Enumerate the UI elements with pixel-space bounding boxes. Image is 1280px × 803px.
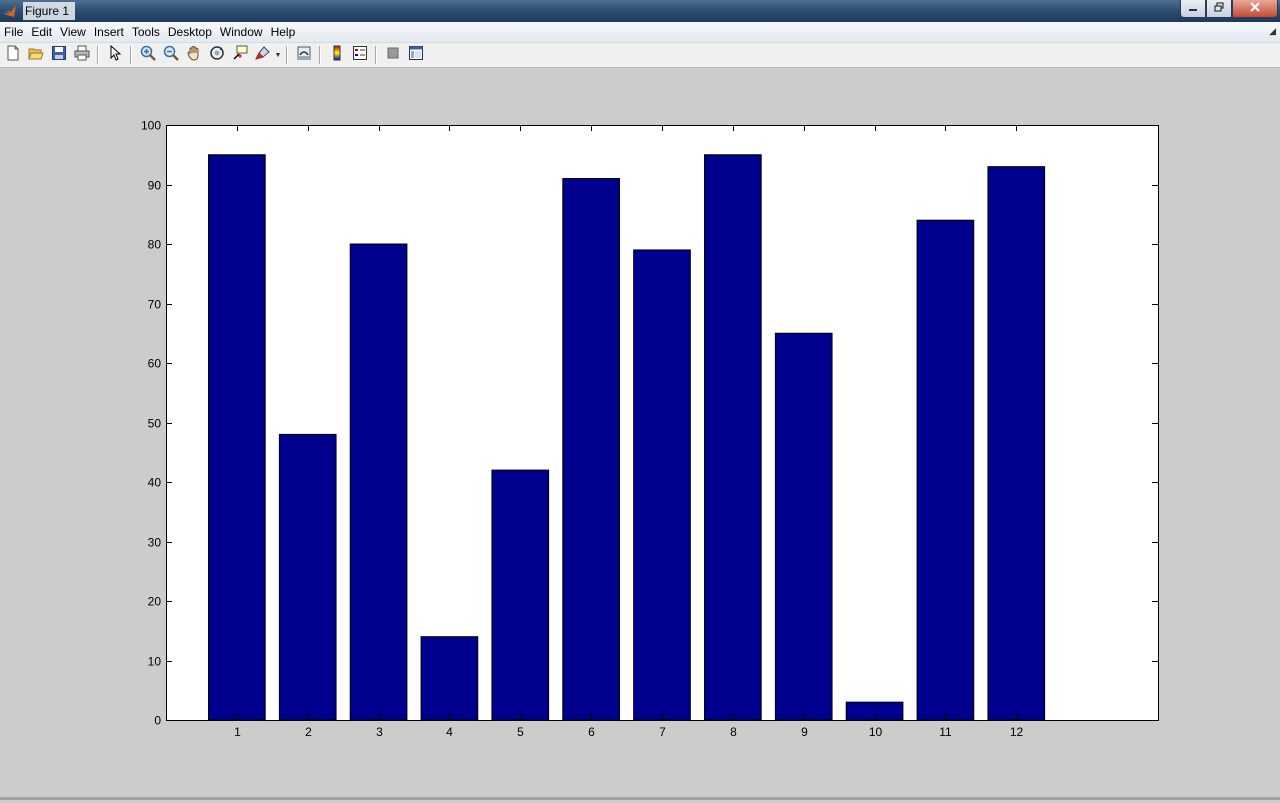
menu-help[interactable]: Help <box>267 22 300 42</box>
y-tick-label: 0 <box>154 714 161 728</box>
menu-desktop[interactable]: Desktop <box>164 22 216 42</box>
y-tick-label: 50 <box>148 417 162 431</box>
data-cursor-button[interactable] <box>228 44 251 66</box>
y-tick-label: 80 <box>148 238 162 252</box>
new-figure-button[interactable] <box>1 44 24 66</box>
x-tick-label: 12 <box>1010 725 1024 739</box>
menu-insert[interactable]: Insert <box>90 22 128 42</box>
open-file-button[interactable] <box>24 44 47 66</box>
x-tick-label: 2 <box>305 725 312 739</box>
restore-button[interactable] <box>1206 0 1232 18</box>
save-icon <box>51 45 67 66</box>
dock-figure-icon[interactable]: ◢ <box>1269 26 1276 37</box>
print-button[interactable] <box>70 44 93 66</box>
bar-10[interactable] <box>845 701 904 721</box>
brush-button[interactable] <box>251 44 274 66</box>
show-plot-tools-button[interactable] <box>404 44 427 66</box>
pan-hand-icon <box>186 45 202 66</box>
bar-6[interactable] <box>562 178 620 721</box>
x-tick-label: 10 <box>869 725 883 739</box>
x-tick-label: 5 <box>517 725 524 739</box>
y-tick-label: 60 <box>148 357 162 371</box>
brush-dropdown-icon[interactable]: ▼ <box>274 52 282 59</box>
x-tick-label: 9 <box>801 725 808 739</box>
new-figure-icon <box>5 45 21 66</box>
print-icon <box>74 45 90 66</box>
y-tick-label: 90 <box>148 179 162 193</box>
window-title: Figure 1 <box>23 2 76 20</box>
link-plot-icon <box>296 45 312 66</box>
figure-toolbar: ▼ <box>0 43 1280 68</box>
zoom-in-button[interactable] <box>136 44 159 66</box>
y-tick-label: 10 <box>148 655 162 669</box>
insert-legend-button[interactable] <box>348 44 371 66</box>
zoom-out-icon <box>163 45 179 66</box>
link-plot-button[interactable] <box>292 44 315 66</box>
data-cursor-icon <box>232 45 248 66</box>
y-tick-label: 20 <box>148 595 162 609</box>
bar-2[interactable] <box>278 433 337 721</box>
x-tick-label: 1 <box>234 725 241 739</box>
x-tick-label: 7 <box>659 725 666 739</box>
toolbar-separator <box>375 46 377 64</box>
menu-file[interactable]: File <box>0 22 27 42</box>
x-tick-label: 8 <box>730 725 737 739</box>
bar-11[interactable] <box>916 219 975 721</box>
bar-5[interactable] <box>491 469 550 721</box>
x-tick-label: 6 <box>588 725 595 739</box>
close-icon <box>1249 2 1261 15</box>
brush-icon <box>254 45 271 66</box>
restore-icon <box>1214 2 1224 15</box>
menu-edit[interactable]: Edit <box>27 22 56 42</box>
bar-8[interactable] <box>704 154 762 721</box>
window-controls <box>1180 0 1278 20</box>
hide-plot-tools-button[interactable] <box>381 44 404 66</box>
toolbar-separator <box>286 46 288 64</box>
matlab-logo-icon <box>3 4 17 18</box>
show-plot-tools-icon <box>408 45 424 66</box>
bar-4[interactable] <box>420 636 479 721</box>
insert-legend-icon <box>352 45 368 66</box>
edit-plot-button[interactable] <box>103 44 126 66</box>
menu-tools[interactable]: Tools <box>128 22 164 42</box>
toolbar-separator <box>97 46 99 64</box>
window-title-bar[interactable]: Figure 1 <box>0 0 1280 22</box>
x-tick-label: 11 <box>939 725 952 739</box>
menu-window[interactable]: Window <box>216 22 267 42</box>
menu-view[interactable]: View <box>56 22 90 42</box>
bar-7[interactable] <box>633 249 691 721</box>
zoom-out-button[interactable] <box>159 44 182 66</box>
open-file-icon <box>27 45 44 66</box>
pan-button[interactable] <box>182 44 205 66</box>
insert-colorbar-icon <box>329 45 345 66</box>
y-tick-label: 70 <box>148 298 162 312</box>
edit-plot-arrow-icon <box>107 44 123 66</box>
bar-chart[interactable]: 01020304050607080901001 2 3 4 5 6 7 8 9 10 11 12 <box>0 69 1280 798</box>
hide-plot-tools-icon <box>385 45 401 66</box>
save-button[interactable] <box>47 44 70 66</box>
bar-9[interactable] <box>774 332 833 721</box>
minimize-button[interactable] <box>1180 0 1206 18</box>
menu-bar: File Edit View Insert Tools Desktop Wind… <box>0 22 1280 43</box>
figure-canvas[interactable]: 0 10 20 30 40 50 60 70 80 90 100 1 2 3 4 5 6 7 8 9 10 11 12 <box>0 69 1280 798</box>
insert-colorbar-button[interactable] <box>325 44 348 66</box>
y-tick-label: 40 <box>148 476 162 490</box>
y-tick-label: 30 <box>148 536 162 550</box>
bar-3[interactable] <box>349 243 408 721</box>
bar-1[interactable] <box>208 154 266 721</box>
toolbar-separator <box>319 46 321 64</box>
bar-12[interactable] <box>987 166 1046 721</box>
rotate-3d-icon <box>209 45 225 66</box>
rotate-3d-button[interactable] <box>205 44 228 66</box>
zoom-in-icon <box>140 45 156 66</box>
toolbar-separator <box>130 46 132 64</box>
x-tick-label: 4 <box>446 725 453 739</box>
minimize-icon <box>1188 3 1198 15</box>
close-button[interactable] <box>1232 0 1278 18</box>
x-tick-label: 3 <box>376 725 383 739</box>
y-tick-label: 100 <box>141 119 161 133</box>
